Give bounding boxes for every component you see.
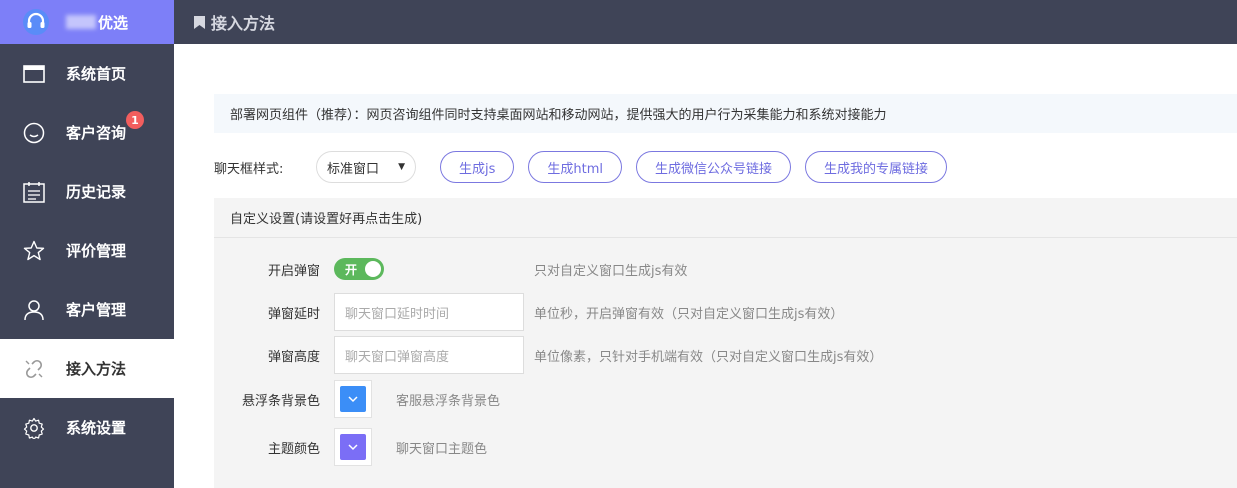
sidebar-item-label: 系统设置	[66, 419, 127, 437]
sidebar-item-label: 系统首页	[66, 65, 127, 83]
theme-row: 主题颜色 聊天窗口主题色	[214, 428, 1237, 466]
sidebar-item-label: 客户管理	[66, 301, 127, 319]
sidebar-item-settings[interactable]: 系统设置	[0, 398, 174, 457]
unread-badge: 1	[126, 111, 144, 129]
popup-label: 开启弹窗	[267, 263, 320, 279]
sidebar: 优选 系统首页 客户咨询 1 历史记录 评价管理 客户管理 接入方法 系统设置	[0, 0, 174, 488]
user-icon	[22, 298, 46, 322]
theme-swatch	[340, 434, 366, 460]
generate-wechat-link-button[interactable]: 生成微信公众号链接	[636, 151, 792, 183]
theme-label: 主题颜色	[267, 441, 320, 457]
window-icon	[22, 62, 46, 86]
gear-icon	[22, 416, 46, 440]
theme-hint: 聊天窗口主题色	[396, 441, 488, 457]
float-bg-color-picker[interactable]	[334, 380, 372, 418]
brand-bar: 优选	[0, 0, 174, 44]
height-hint: 单位像素，只针对手机端有效（只对自定义窗口生成js有效）	[534, 349, 883, 365]
height-placeholder: 聊天窗口弹窗高度	[345, 349, 450, 365]
chat-icon	[22, 121, 46, 145]
brand-blurred-text	[66, 15, 96, 29]
height-label: 弹窗高度	[267, 349, 320, 365]
sidebar-item-customers[interactable]: 客户管理	[0, 280, 174, 339]
custom-settings-title: 自定义设置(请设置好再点击生成)	[214, 198, 1237, 238]
sidebar-item-label: 接入方法	[66, 360, 127, 378]
page-header: 接入方法	[174, 0, 1237, 44]
intro-text: 部署网页组件（推荐）：网页咨询组件同时支持桌面网站和移动网站，提供强大的用户行为…	[230, 108, 887, 123]
sidebar-item-label: 评价管理	[66, 242, 127, 260]
float-bg-hint: 客服悬浮条背景色	[396, 393, 501, 409]
sidebar-item-consult[interactable]: 客户咨询 1	[0, 103, 174, 162]
chat-style-select[interactable]: 标准窗口 ▼	[316, 151, 416, 183]
toggle-text: 开	[345, 262, 358, 277]
page-title: 接入方法	[211, 14, 276, 33]
chat-style-row: 聊天框样式: 标准窗口 ▼ 生成js 生成html 生成微信公众号链接 生成我的…	[214, 150, 1237, 184]
main-content: 部署网页组件（推荐）：网页咨询组件同时支持桌面网站和移动网站，提供强大的用户行为…	[174, 44, 1237, 488]
custom-settings-panel: 自定义设置(请设置好再点击生成) 开启弹窗 开 只对自定义窗口生成js有效 弹窗…	[214, 198, 1237, 488]
delay-hint: 单位秒，开启弹窗有效（只对自定义窗口生成js有效）	[534, 306, 844, 322]
popup-hint: 只对自定义窗口生成js有效	[534, 263, 688, 279]
toggle-knob	[365, 261, 381, 277]
chat-style-selected: 标准窗口	[327, 161, 380, 177]
float-bg-label: 悬浮条背景色	[241, 393, 320, 409]
sidebar-item-rating[interactable]: 评价管理	[0, 221, 174, 280]
chevron-down-icon	[348, 443, 358, 450]
float-bg-row: 悬浮条背景色 客服悬浮条背景色	[214, 380, 1237, 418]
chevron-down-icon	[348, 395, 358, 402]
delay-row: 弹窗延时 聊天窗口延时时间 单位秒，开启弹窗有效（只对自定义窗口生成js有效）	[214, 293, 1237, 331]
bookmark-icon	[194, 15, 205, 29]
delay-label: 弹窗延时	[267, 306, 320, 322]
height-row: 弹窗高度 聊天窗口弹窗高度 单位像素，只针对手机端有效（只对自定义窗口生成js有…	[214, 336, 1237, 374]
delay-input[interactable]: 聊天窗口延时时间	[334, 293, 524, 331]
headset-icon	[23, 9, 49, 35]
star-icon	[22, 239, 46, 263]
intro-banner: 部署网页组件（推荐）：网页咨询组件同时支持桌面网站和移动网站，提供强大的用户行为…	[214, 94, 1237, 133]
sidebar-item-label: 客户咨询	[66, 124, 127, 142]
sidebar-item-home[interactable]: 系统首页	[0, 44, 174, 103]
generate-exclusive-link-button[interactable]: 生成我的专属链接	[805, 151, 948, 183]
link-icon	[22, 357, 46, 381]
generate-html-button[interactable]: 生成html	[528, 151, 623, 183]
calendar-list-icon	[22, 180, 46, 204]
brand-name: 优选	[98, 13, 129, 32]
sidebar-item-integration[interactable]: 接入方法	[0, 339, 174, 398]
theme-color-picker[interactable]	[334, 428, 372, 466]
popup-row: 开启弹窗 开 只对自定义窗口生成js有效	[214, 258, 1237, 280]
height-input[interactable]: 聊天窗口弹窗高度	[334, 336, 524, 374]
generate-js-button[interactable]: 生成js	[440, 151, 515, 183]
float-bg-swatch	[340, 386, 366, 412]
sidebar-item-label: 历史记录	[66, 183, 127, 201]
sidebar-item-history[interactable]: 历史记录	[0, 162, 174, 221]
chat-style-label: 聊天框样式:	[214, 161, 284, 177]
popup-toggle[interactable]: 开	[334, 258, 384, 280]
caret-down-icon: ▼	[398, 162, 405, 172]
delay-placeholder: 聊天窗口延时时间	[345, 306, 450, 322]
